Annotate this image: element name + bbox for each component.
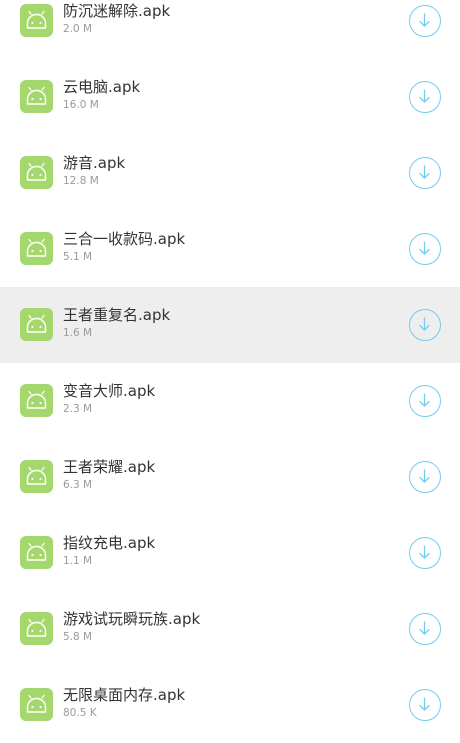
android-icon — [20, 536, 53, 569]
list-item[interactable]: 王者荣耀.apk 6.3 M — [0, 439, 460, 515]
android-icon — [20, 384, 53, 417]
file-size: 1.1 M — [63, 555, 93, 567]
download-icon — [419, 165, 430, 179]
android-icon — [20, 4, 53, 37]
download-icon — [419, 89, 430, 103]
file-name: 王者荣耀.apk — [63, 458, 156, 476]
download-button[interactable] — [409, 233, 441, 265]
file-size: 6.3 M — [63, 479, 93, 491]
download-button[interactable] — [409, 461, 441, 493]
download-icon — [419, 621, 430, 635]
file-name: 指纹充电.apk — [63, 534, 156, 552]
list-item[interactable]: 无限桌面内存.apk 80.5 K — [0, 667, 460, 743]
file-list: 防沉迷解除.apk 2.0 M 云电脑.apk 16.0 M 游音.apk 12… — [0, 0, 460, 743]
android-icon — [20, 308, 53, 341]
android-icon — [20, 156, 53, 189]
list-item[interactable]: 防沉迷解除.apk 2.0 M — [0, 0, 460, 59]
file-name: 游戏试玩瞬玩族.apk — [63, 610, 201, 628]
list-item[interactable]: 王者重复名.apk 1.6 M — [0, 287, 460, 363]
list-item[interactable]: 云电脑.apk 16.0 M — [0, 59, 460, 135]
file-size: 1.6 M — [63, 327, 93, 339]
android-icon — [20, 232, 53, 265]
list-item[interactable]: 指纹充电.apk 1.1 M — [0, 515, 460, 591]
file-name: 无限桌面内存.apk — [63, 686, 186, 704]
download-icon — [419, 469, 430, 483]
download-icon — [419, 241, 430, 255]
download-button[interactable] — [409, 157, 441, 189]
file-name: 变音大师.apk — [63, 382, 156, 400]
file-name: 王者重复名.apk — [63, 306, 171, 324]
download-button[interactable] — [409, 81, 441, 113]
download-icon — [419, 697, 430, 711]
download-button[interactable] — [409, 385, 441, 417]
android-icon — [20, 612, 53, 645]
list-item[interactable]: 游戏试玩瞬玩族.apk 5.8 M — [0, 591, 460, 667]
file-size: 2.0 M — [63, 23, 93, 35]
download-button[interactable] — [409, 613, 441, 645]
download-button[interactable] — [409, 537, 441, 569]
download-icon — [419, 393, 430, 407]
download-icon — [419, 545, 430, 559]
list-item[interactable]: 变音大师.apk 2.3 M — [0, 363, 460, 439]
list-item[interactable]: 游音.apk 12.8 M — [0, 135, 460, 211]
file-size: 12.8 M — [63, 175, 99, 187]
download-icon — [419, 13, 430, 27]
file-size: 5.1 M — [63, 251, 93, 263]
android-icon — [20, 80, 53, 113]
android-icon — [20, 688, 53, 721]
file-name: 防沉迷解除.apk — [63, 2, 171, 20]
download-button[interactable] — [409, 309, 441, 341]
file-name: 三合一收款码.apk — [63, 230, 186, 248]
file-size: 80.5 K — [63, 707, 97, 719]
file-size: 5.8 M — [63, 631, 93, 643]
file-size: 2.3 M — [63, 403, 93, 415]
download-button[interactable] — [409, 689, 441, 721]
list-item[interactable]: 三合一收款码.apk 5.1 M — [0, 211, 460, 287]
file-name: 云电脑.apk — [63, 78, 141, 96]
download-icon — [419, 317, 430, 331]
file-size: 16.0 M — [63, 99, 99, 111]
download-button[interactable] — [409, 5, 441, 37]
android-icon — [20, 460, 53, 493]
file-name: 游音.apk — [63, 154, 126, 172]
